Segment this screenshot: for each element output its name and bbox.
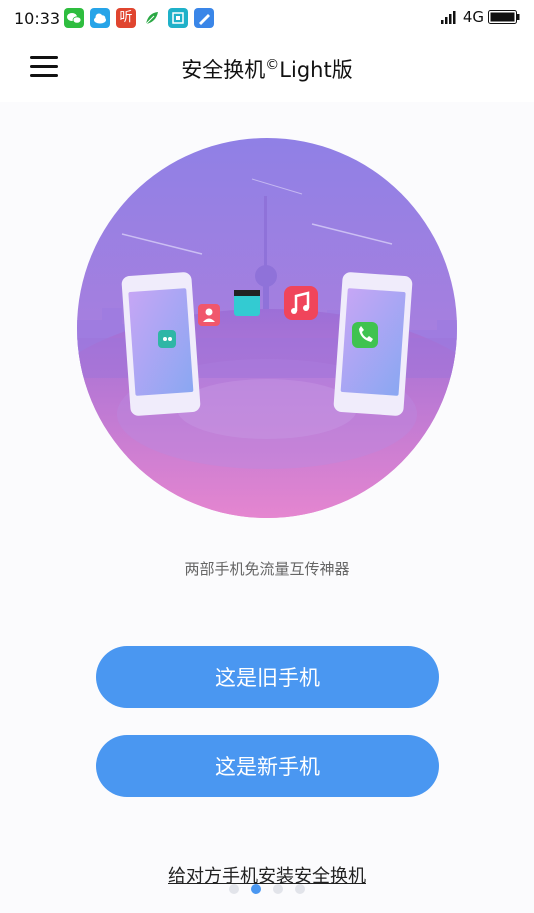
old-phone-button[interactable]: 这是旧手机 bbox=[96, 646, 439, 708]
signal-icon bbox=[440, 11, 456, 24]
status-time: 10:33 bbox=[14, 9, 61, 28]
app-header: 安全换机©Light版 bbox=[0, 36, 534, 102]
leaf-icon bbox=[142, 8, 162, 28]
title-suffix: Light版 bbox=[279, 58, 353, 82]
scan-icon bbox=[168, 8, 188, 28]
notification-icons: 听 bbox=[64, 8, 214, 28]
hero-illustration bbox=[62, 124, 472, 532]
listen-icon: 听 bbox=[116, 8, 136, 28]
page-indicator bbox=[0, 884, 534, 894]
new-phone-illustration bbox=[333, 272, 413, 416]
tagline: 两部手机免流量互传神器 bbox=[184, 560, 350, 578]
page-dot-active bbox=[251, 884, 261, 894]
weather-icon bbox=[90, 8, 110, 28]
system-status: 4G bbox=[440, 8, 520, 26]
page-title: 安全换机©Light版 bbox=[0, 54, 534, 84]
new-phone-button[interactable]: 这是新手机 bbox=[96, 735, 439, 797]
battery-icon bbox=[488, 10, 520, 24]
status-bar: 10:33 听 4G bbox=[0, 0, 534, 36]
title-main: 安全换机 bbox=[181, 58, 266, 82]
page-dot bbox=[295, 884, 305, 894]
page-dot bbox=[273, 884, 283, 894]
page-dot bbox=[229, 884, 239, 894]
copyright-mark: © bbox=[265, 57, 280, 73]
network-type: 4G bbox=[462, 8, 484, 26]
wechat-icon bbox=[64, 8, 84, 28]
cleaner-icon bbox=[194, 8, 214, 28]
old-phone-illustration bbox=[121, 272, 201, 416]
